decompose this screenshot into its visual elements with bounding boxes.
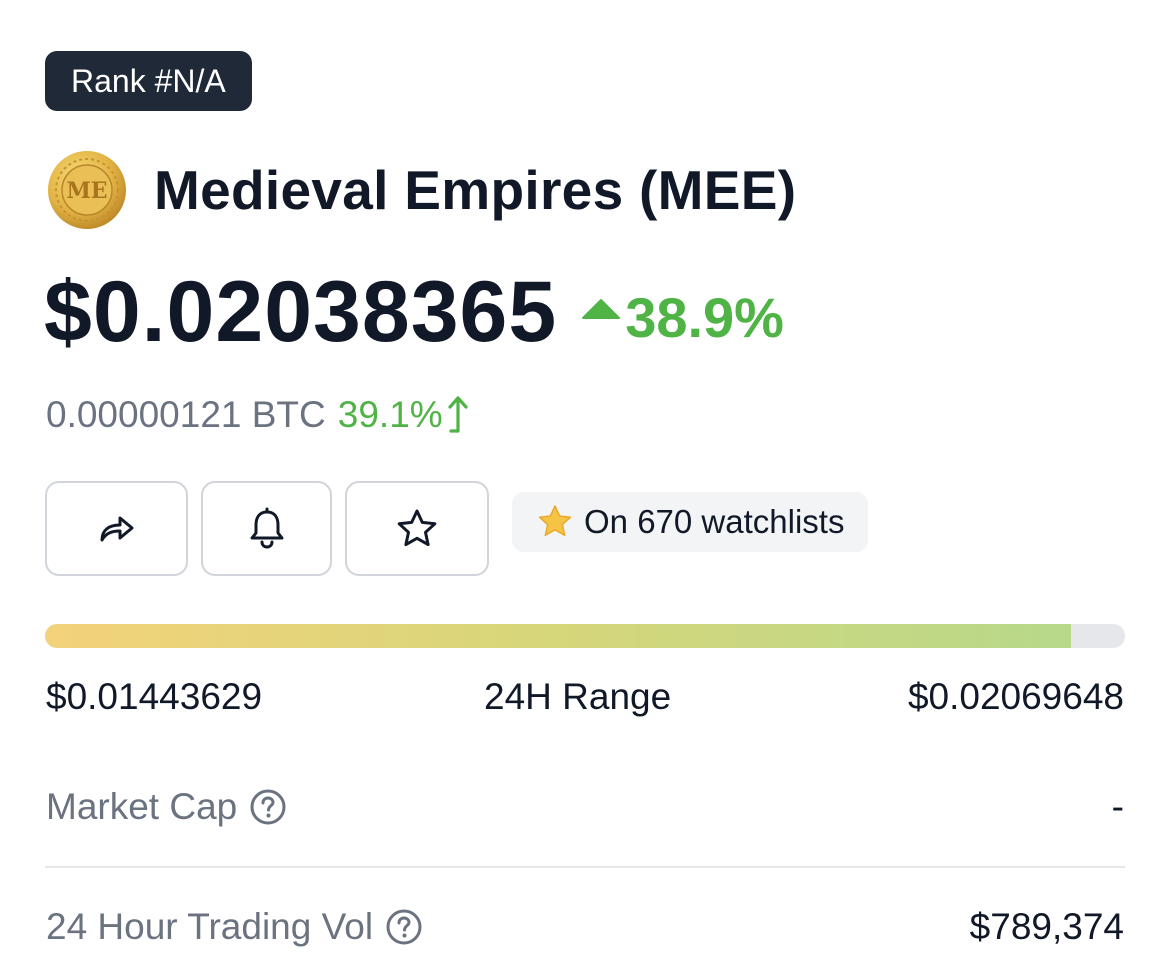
market-cap-value: - <box>1111 786 1124 827</box>
watchlist-count-label: On 670 watchlists <box>584 503 845 540</box>
add-to-watchlist-button[interactable] <box>345 481 489 576</box>
star-filled-icon <box>538 505 572 537</box>
rank-badge: Rank #N/A <box>45 51 252 111</box>
range-24h-label: 24H Range <box>484 676 672 717</box>
price-alert-button[interactable] <box>201 481 332 576</box>
share-arrow-icon <box>100 516 133 541</box>
price-usd: $0.02038365 <box>44 263 558 360</box>
coin-name: Medieval Empires (MEE) <box>154 159 797 221</box>
btc-change: 39.1% <box>338 393 471 437</box>
divider <box>45 866 1125 868</box>
caret-up-icon <box>582 299 621 319</box>
trading-volume-label-group: 24 Hour Trading Vol <box>46 906 423 948</box>
trading-volume-row: 24 Hour Trading Vol $789,374 <box>46 902 1124 952</box>
price-change-24h: 38.9% <box>581 285 784 350</box>
help-icon[interactable] <box>385 908 423 946</box>
market-cap-label: Market Cap <box>46 786 238 827</box>
watchlist-count-badge: On 670 watchlists <box>512 492 869 552</box>
bell-icon <box>250 507 283 549</box>
btc-change-value: 39.1% <box>337 394 443 435</box>
range-24h-fill <box>45 624 1071 648</box>
price-row: $0.02038365 38.9% <box>44 262 784 362</box>
star-outline-icon <box>397 509 437 546</box>
range-24h-high: $0.02069648 <box>907 676 1124 717</box>
market-cap-row: Market Cap - <box>46 782 1124 832</box>
coin-logo-icon: ME <box>48 151 126 229</box>
coin-logo-text: ME <box>66 178 107 204</box>
coin-header: ME Medieval Empires (MEE) <box>46 148 796 232</box>
help-icon[interactable] <box>249 788 287 826</box>
range-24h-low: $0.01443629 <box>46 676 263 717</box>
arrow-up-icon <box>448 396 468 433</box>
trading-volume-label: 24 Hour Trading Vol <box>46 906 374 947</box>
btc-price-row: 0.00000121 BTC 39.1% <box>46 389 471 441</box>
range-24h-bar <box>45 624 1125 648</box>
market-cap-label-group: Market Cap <box>46 786 287 828</box>
share-button[interactable] <box>45 481 188 576</box>
price-change-value: 38.9% <box>625 285 784 349</box>
price-btc: 0.00000121 BTC <box>46 394 326 435</box>
trading-volume-value: $789,374 <box>969 906 1124 947</box>
